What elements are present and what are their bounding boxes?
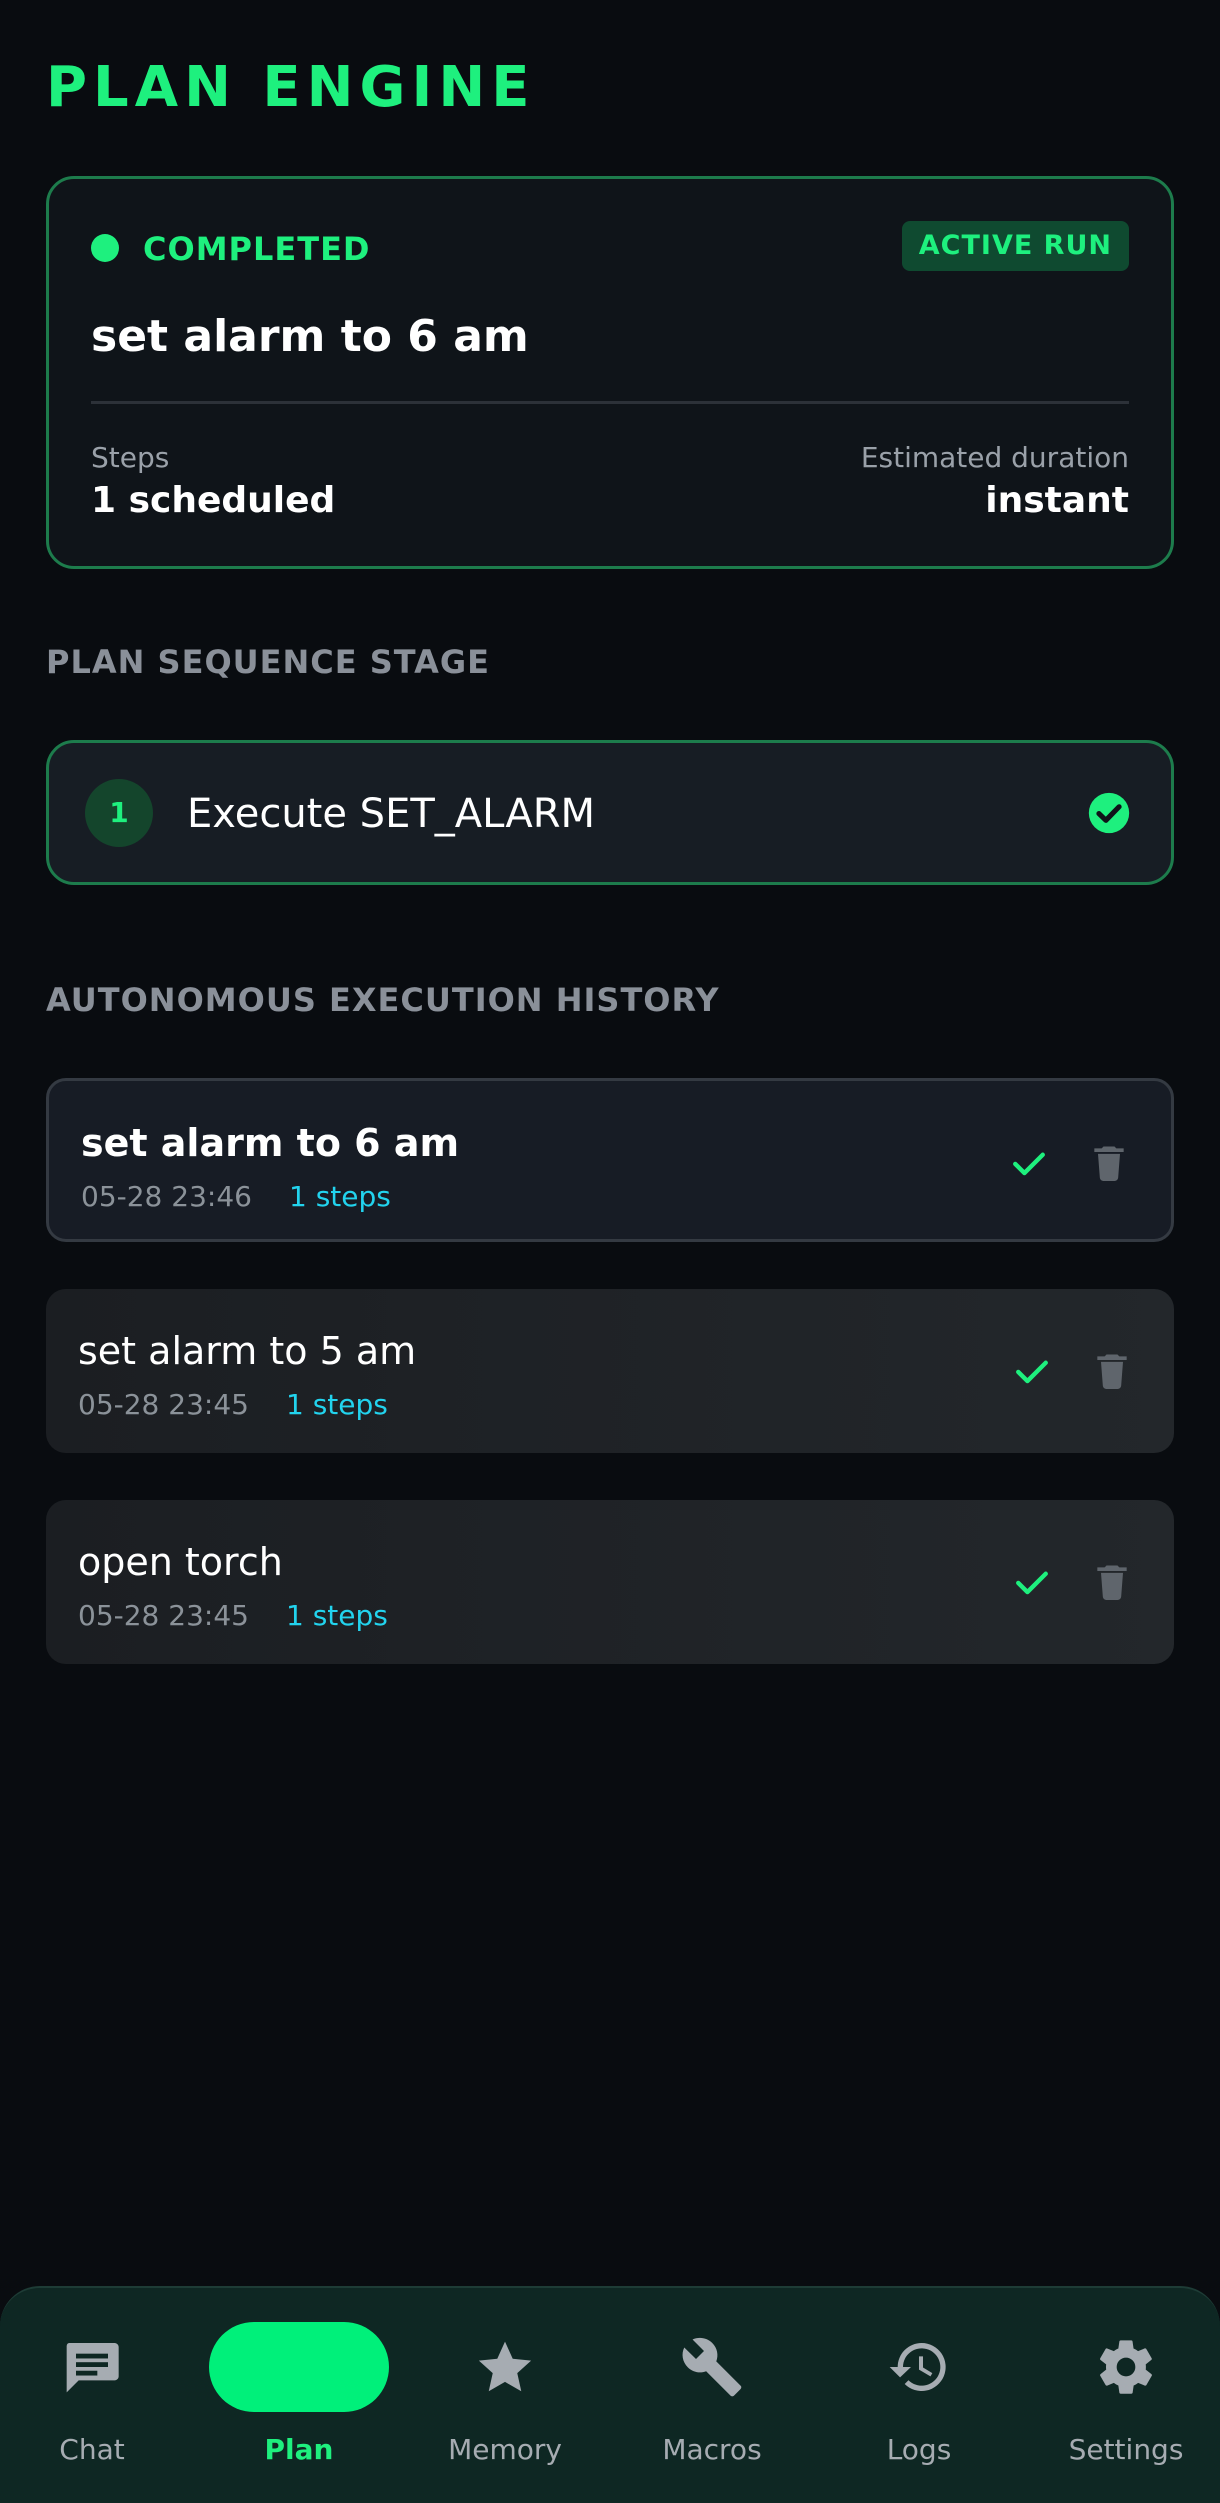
card-divider <box>91 401 1129 404</box>
stage-label: Execute SET_ALARM <box>187 791 596 837</box>
nav-item-macros[interactable]: Macros <box>612 2322 812 2482</box>
history-item-timestamp: 05-28 23:45 <box>78 1388 249 1421</box>
chat-icon <box>66 2343 119 2393</box>
nav-item-chat[interactable]: Chat <box>0 2322 192 2482</box>
trash-icon[interactable] <box>1090 1560 1134 1604</box>
history-item-steps: 1 steps <box>289 1180 391 1213</box>
history-item-steps: 1 steps <box>286 1388 388 1421</box>
nav-icon-container <box>415 2322 595 2412</box>
trash-icon[interactable] <box>1087 1141 1131 1185</box>
stage-item[interactable]: 1 Execute SET_ALARM <box>46 740 1174 885</box>
nav-item-plan[interactable]: Plan <box>199 2322 399 2482</box>
history-item[interactable]: set alarm to 5 am 05-28 23:45 1 steps <box>46 1289 1174 1453</box>
history-item-timestamp: 05-28 23:45 <box>78 1599 249 1632</box>
gear-icon <box>1100 2340 1152 2394</box>
plan-sequence-header: PLAN SEQUENCE STAGE <box>46 643 491 681</box>
nav-label: Macros <box>662 2433 762 2466</box>
check-icon <box>1013 1152 1045 1176</box>
active-run-title: set alarm to 6 am <box>91 311 529 362</box>
history-item[interactable]: set alarm to 6 am 05-28 23:46 1 steps <box>46 1078 1174 1242</box>
history-item-title: set alarm to 5 am <box>78 1329 417 1373</box>
steps-value: 1 scheduled <box>91 480 336 521</box>
nav-label: Plan <box>264 2433 334 2466</box>
history-item-timestamp: 05-28 23:46 <box>81 1180 252 1213</box>
history-item-title: set alarm to 6 am <box>81 1121 460 1165</box>
plan-engine-screen: PLAN ENGINE COMPLETED ACTIVE RUN set ala… <box>0 0 1220 2503</box>
wrench-icon <box>682 2337 742 2397</box>
active-run-badge: ACTIVE RUN <box>901 221 1129 271</box>
nav-item-settings[interactable]: Settings <box>1026 2322 1220 2482</box>
steps-label: Steps <box>91 441 170 474</box>
history-item[interactable]: open torch 05-28 23:45 1 steps <box>46 1500 1174 1664</box>
history-item-title: open torch <box>78 1540 283 1584</box>
nav-label: Settings <box>1068 2433 1184 2466</box>
nav-icon-container <box>622 2322 802 2412</box>
history-icon <box>889 2343 946 2391</box>
execution-history-header: AUTONOMOUS EXECUTION HISTORY <box>46 981 720 1019</box>
stage-number-badge: 1 <box>85 779 153 847</box>
check-icon <box>1016 1571 1048 1595</box>
duration-value: instant <box>985 480 1129 521</box>
plan-icon <box>209 2322 389 2412</box>
nav-icon-container <box>2 2322 182 2412</box>
check-icon <box>1016 1360 1048 1384</box>
status-text: COMPLETED <box>143 230 371 268</box>
duration-label: Estimated duration <box>860 441 1129 474</box>
history-item-steps: 1 steps <box>286 1599 388 1632</box>
nav-label: Logs <box>886 2433 952 2466</box>
star-icon <box>478 2341 532 2392</box>
active-run-card: COMPLETED ACTIVE RUN set alarm to 6 am S… <box>46 176 1174 569</box>
page-title: PLAN ENGINE <box>46 55 536 120</box>
check-circle-icon <box>1088 792 1130 834</box>
bottom-navigation: Chat Plan Memory Macros Logs Settings <box>0 2286 1220 2503</box>
nav-label: Chat <box>59 2433 125 2466</box>
nav-icon-container <box>829 2322 1009 2412</box>
status-dot-icon <box>91 234 119 262</box>
nav-icon-container <box>1036 2322 1216 2412</box>
nav-item-logs[interactable]: Logs <box>819 2322 1019 2482</box>
trash-icon[interactable] <box>1090 1349 1134 1393</box>
nav-label: Memory <box>448 2433 562 2466</box>
nav-item-memory[interactable]: Memory <box>405 2322 605 2482</box>
